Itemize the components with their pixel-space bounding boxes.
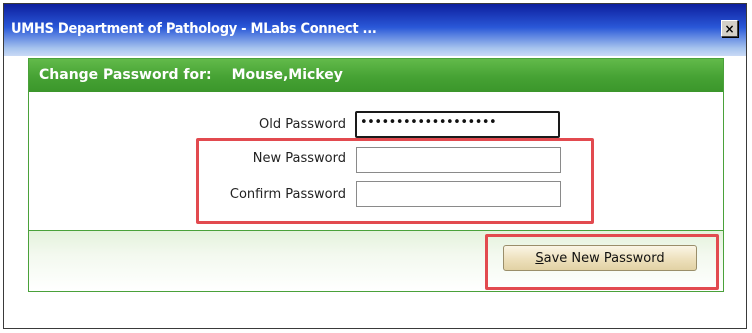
- close-button[interactable]: ×: [721, 20, 738, 37]
- old-password-field[interactable]: •••••••••••••••••••: [355, 111, 560, 138]
- panel-header-text: Change Password for: Mouse,Mickey: [39, 67, 343, 83]
- save-label-rest: ave New Password: [543, 250, 665, 266]
- confirm-password-field[interactable]: [356, 181, 561, 207]
- page: UMHS Department of Pathology - MLabs Con…: [0, 0, 752, 333]
- panel-header: Change Password for: Mouse,Mickey: [29, 59, 723, 92]
- title-bar[interactable]: UMHS Department of Pathology - MLabs Con…: [4, 4, 746, 56]
- confirm-password-label: Confirm Password: [229, 187, 346, 202]
- save-accelerator: S: [535, 250, 544, 266]
- old-password-label: Old Password: [259, 117, 346, 132]
- new-password-field[interactable]: [356, 147, 561, 173]
- new-password-label: New Password: [252, 151, 346, 166]
- save-new-password-button[interactable]: Save New Password: [503, 245, 697, 271]
- old-password-mask: •••••••••••••••••••: [360, 115, 497, 130]
- header-prefix: Change Password for:: [39, 67, 212, 83]
- window-title: UMHS Department of Pathology - MLabs Con…: [11, 21, 377, 37]
- user-name: Mouse,Mickey: [231, 67, 343, 83]
- close-icon: ×: [724, 21, 735, 36]
